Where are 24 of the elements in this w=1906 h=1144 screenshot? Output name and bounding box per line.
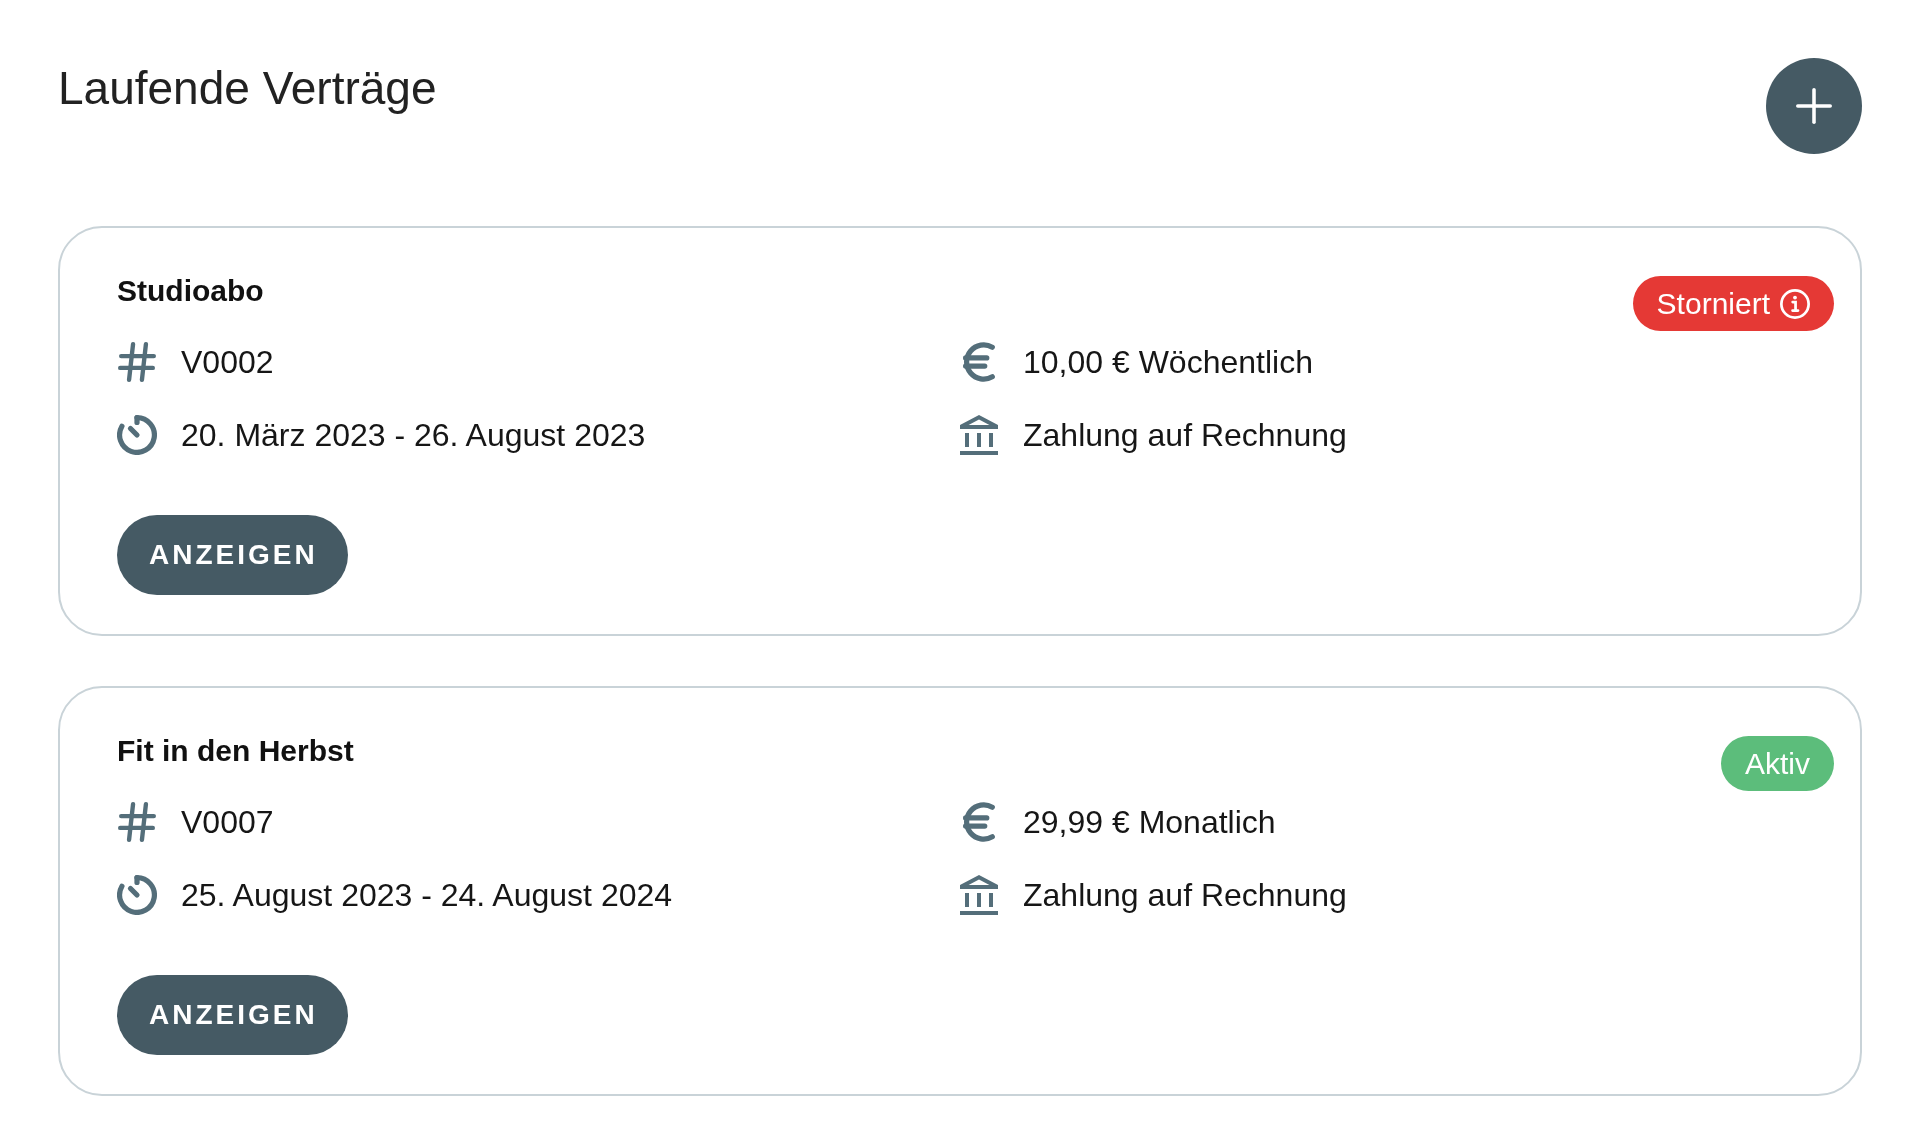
hash-icon xyxy=(118,802,156,842)
status-badge: Storniert xyxy=(1632,276,1834,331)
contract-title: Fit in den Herbst xyxy=(117,734,354,768)
euro-icon xyxy=(963,342,995,382)
view-button[interactable]: ANZEIGEN xyxy=(117,515,348,595)
plus-icon xyxy=(1796,88,1832,124)
price-text: 10,00 € Wöchentlich xyxy=(1023,343,1313,382)
euro-icon xyxy=(963,802,995,842)
status-badge: Aktiv xyxy=(1721,736,1834,791)
page-title: Laufende Verträge xyxy=(58,61,437,116)
payment-method: Zahlung auf Rechnung xyxy=(1023,876,1347,915)
contract-period: 20. März 2023 - 26. August 2023 xyxy=(181,416,646,455)
bank-icon xyxy=(960,875,998,915)
contract-period: 25. August 2023 - 24. August 2024 xyxy=(181,876,673,915)
timer-icon xyxy=(117,875,157,915)
price-text: 29,99 € Monatlich xyxy=(1023,803,1276,842)
view-button[interactable]: ANZEIGEN xyxy=(117,975,348,1055)
contract-title: Studioabo xyxy=(117,274,264,308)
hash-icon xyxy=(118,342,156,382)
payment-method: Zahlung auf Rechnung xyxy=(1023,416,1347,455)
contract-number: V0002 xyxy=(181,343,274,382)
timer-icon xyxy=(117,415,157,455)
bank-icon xyxy=(960,415,998,455)
contract-number: V0007 xyxy=(181,803,274,842)
